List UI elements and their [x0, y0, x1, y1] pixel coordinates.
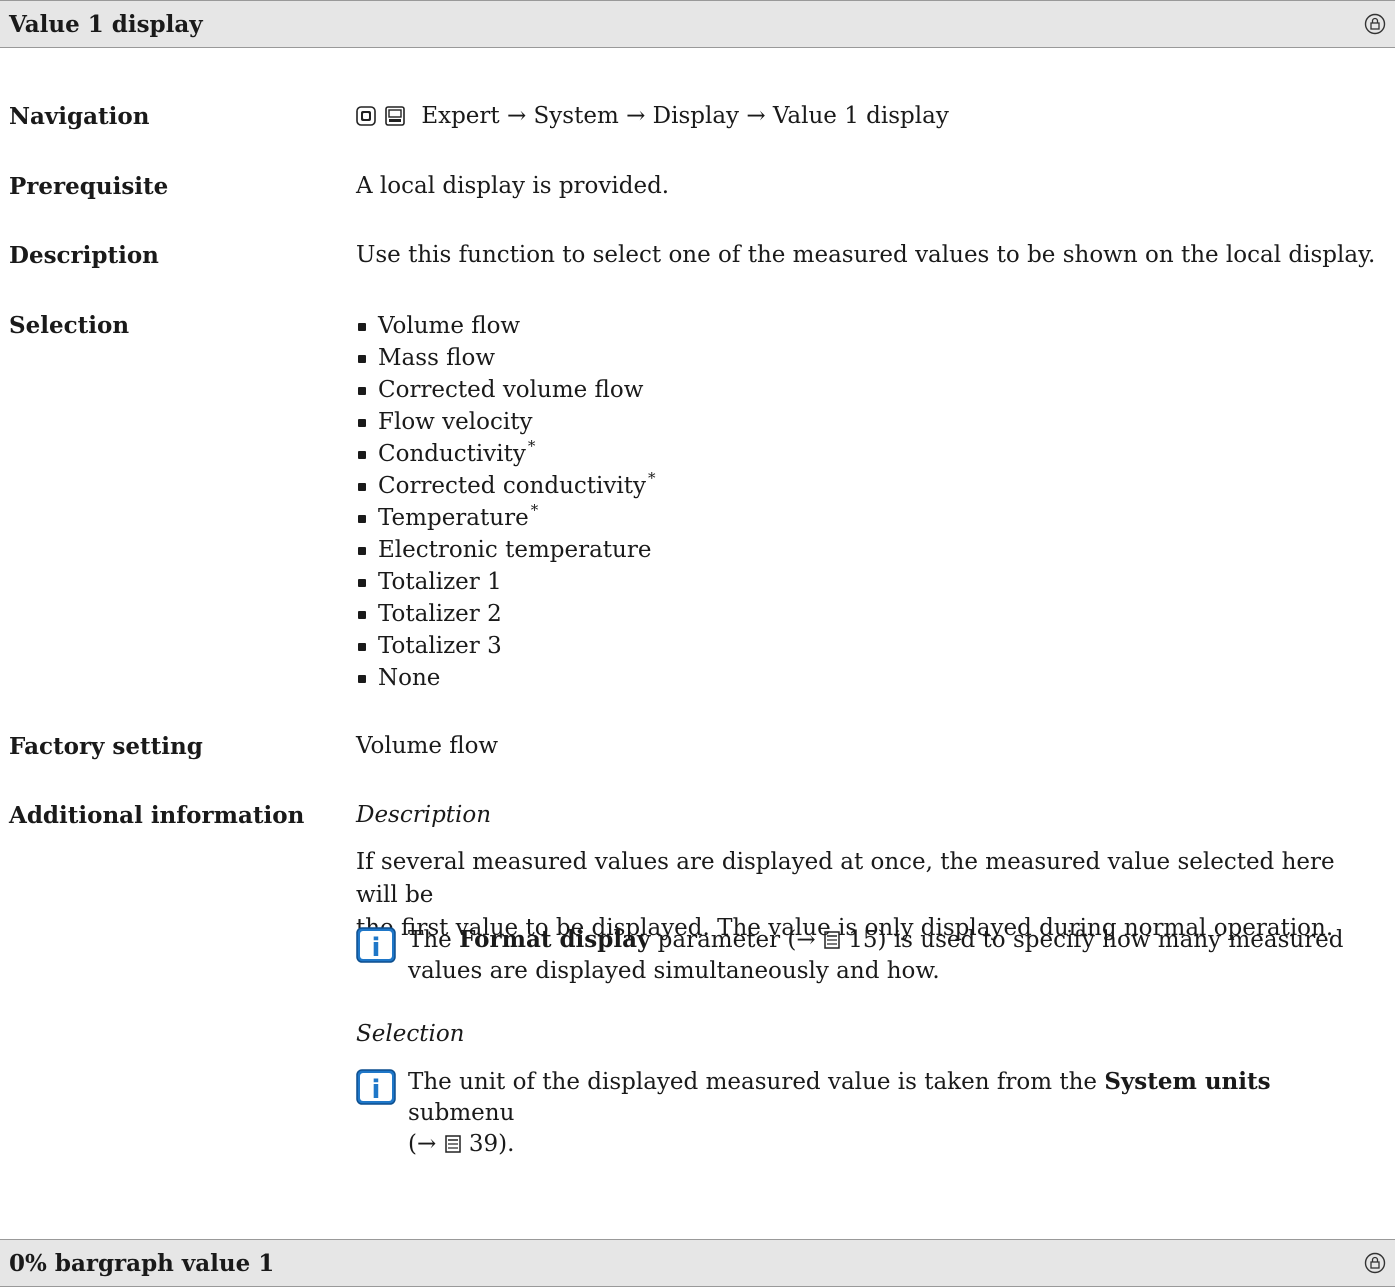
list-item: Totalizer 3	[356, 630, 655, 662]
additional-info-label: Additional information	[9, 802, 305, 829]
selection-label: Selection	[9, 312, 130, 339]
section-header-bargraph-value-1: 0% bargraph value 1	[0, 1239, 1395, 1287]
navigation-value: Expert → System → Display → Value 1 disp…	[356, 103, 949, 132]
svg-text:i: i	[372, 933, 381, 963]
list-item: Flow velocity	[356, 406, 655, 438]
bullet-icon	[358, 323, 366, 331]
bullet-icon	[358, 547, 366, 555]
bullet-icon	[358, 611, 366, 619]
navigation-path: Expert → System → Display → Value 1 disp…	[421, 103, 949, 129]
navigation-label: Navigation	[9, 103, 150, 130]
selection-list: Volume flow Mass flow Corrected volume f…	[356, 310, 655, 694]
list-item: Corrected volume flow	[356, 374, 655, 406]
page-reference-icon	[444, 1135, 461, 1153]
bullet-icon	[358, 387, 366, 395]
bullet-icon	[358, 355, 366, 363]
description-value: Use this function to select one of the m…	[356, 242, 1376, 268]
factory-setting-label: Factory setting	[9, 733, 203, 760]
page-reference-icon	[824, 931, 840, 949]
list-item: Totalizer 2	[356, 598, 655, 630]
prerequisite-value: A local display is provided.	[356, 173, 670, 199]
lock-icon	[1364, 1252, 1386, 1274]
bullet-icon	[358, 483, 366, 491]
list-item: None	[356, 662, 655, 694]
description-label: Description	[9, 242, 159, 269]
list-item: Volume flow	[356, 310, 655, 342]
additional-desc-heading: Description	[356, 802, 492, 828]
list-item: Mass flow	[356, 342, 655, 374]
bullet-icon	[358, 643, 366, 651]
system-units-link: System units	[1104, 1068, 1271, 1095]
factory-setting-value: Volume flow	[356, 733, 499, 759]
page-ref-39[interactable]: 39	[469, 1131, 498, 1157]
bullet-icon	[358, 675, 366, 683]
section-header-value-1-display: Value 1 display	[0, 0, 1395, 48]
info-icon: i	[356, 927, 396, 963]
page-ref-15[interactable]: 15	[848, 927, 877, 953]
lock-icon	[1364, 13, 1386, 35]
list-item: Corrected conductivity *	[356, 469, 655, 502]
list-item: Conductivity *	[356, 437, 655, 470]
prerequisite-label: Prerequisite	[9, 173, 169, 200]
additional-selection-heading: Selection	[356, 1021, 465, 1047]
svg-text:i: i	[372, 1075, 381, 1105]
section-title: Value 1 display	[9, 11, 203, 38]
bullet-icon	[358, 419, 366, 427]
nav-icons	[356, 106, 407, 132]
display-icon	[385, 106, 406, 126]
list-item: Temperature *	[356, 501, 655, 534]
operating-tool-icon	[356, 106, 376, 126]
list-item: Electronic temperature	[356, 534, 655, 566]
info-icon: i	[356, 1069, 396, 1105]
list-item: Totalizer 1	[356, 566, 655, 598]
bullet-icon	[358, 579, 366, 587]
bullet-icon	[358, 515, 366, 523]
section-title: 0% bargraph value 1	[9, 1250, 275, 1277]
format-display-link: Format display	[459, 926, 651, 953]
bullet-icon	[358, 451, 366, 459]
